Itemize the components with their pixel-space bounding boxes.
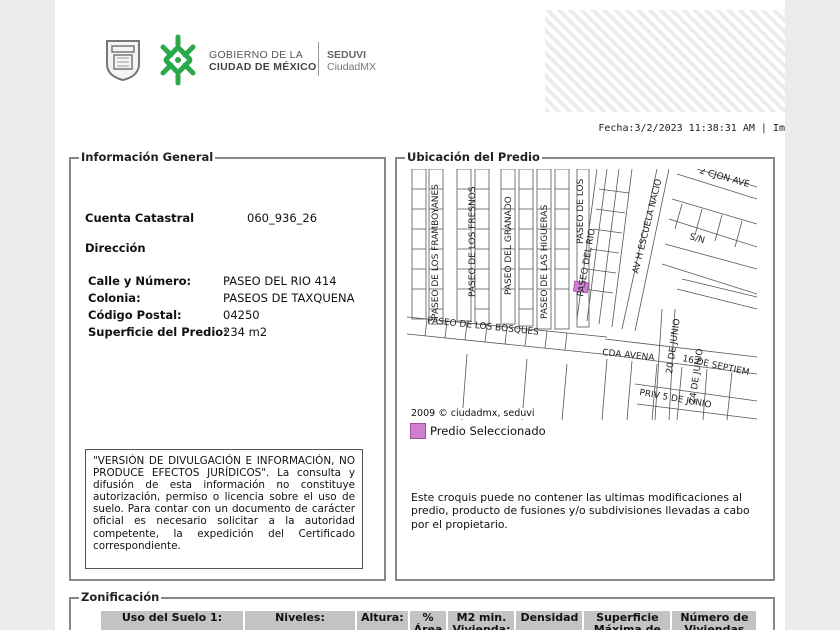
zoning-header-niveles: Niveles:: [245, 611, 355, 630]
predio-legend-label: Predio Seleccionado: [430, 424, 546, 438]
seduvi-line-1: SEDUVI: [327, 49, 367, 61]
street-granado: PASEO DEL GRANADO: [504, 196, 514, 295]
location-panel: Ubicación del Predio PASEO DE LOS FRAMBO…: [395, 150, 775, 581]
cuenta-catastral-label: Cuenta Catastral: [85, 211, 195, 225]
certificate-page: GOBIERNO DE LA CIUDAD DE MÉXICO SEDUVI C…: [55, 0, 785, 630]
location-map[interactable]: PASEO DE LOS FRAMBOYANES PASEO DE LOS FR…: [407, 169, 757, 420]
cuenta-catastral-value: 060_936_26: [247, 211, 318, 225]
street-cda-avena: CDA AVENA: [602, 348, 656, 364]
zoning-header-area: % Área: [409, 611, 447, 630]
location-legend: Ubicación del Predio: [405, 150, 542, 164]
zoning-table: Uso del Suelo 1: Niveles: Altura: % Área…: [99, 609, 758, 630]
zoning-header-numero-viviendas: Número de Viviendas: [672, 611, 757, 630]
map-drawing: PASEO DE LOS FRAMBOYANES PASEO DE LOS FR…: [407, 169, 757, 420]
street-bosques: PASEO DE LOS BOSQUES: [427, 316, 540, 338]
zoning-header-superficie-maxima: Superficie Máxima de: [584, 611, 671, 630]
codigo-postal-value: 04250: [223, 308, 260, 322]
zoning-panel: Zonificación Uso del Suelo 1: Niveles: A…: [69, 590, 775, 630]
page-header: GOBIERNO DE LA CIUDAD DE MÉXICO SEDUVI C…: [55, 0, 785, 134]
zoning-header-row: Uso del Suelo 1: Niveles: Altura: % Área…: [101, 611, 757, 630]
disclaimer-box: "VERSIÓN DE DIVULGACIÓN E INFORMACIÓN, N…: [85, 449, 363, 569]
gov-line-1: GOBIERNO DE LA: [209, 49, 304, 61]
gov-line-2: CIUDAD DE MÉXICO: [209, 61, 317, 73]
street-cjon: 2 CJON AVE: [698, 169, 751, 190]
general-info-legend: Información General: [79, 150, 216, 164]
header-pattern: [545, 10, 785, 112]
map-copyright: 2009 © ciudadmx, seduvi: [409, 408, 537, 419]
calle-value: PASEO DEL RIO 414: [223, 274, 337, 288]
codigo-postal-label: Código Postal:: [88, 308, 182, 322]
zoning-header-densidad: Densidad: [516, 611, 583, 630]
street-fresnos: PASEO DE LOS FRESNOS: [468, 186, 478, 297]
general-info-panel: Información General Cuenta Catastral 060…: [69, 150, 386, 581]
street-paseo-de-los: PASEO DE LOS: [576, 178, 586, 244]
colonia-value: PASEOS DE TAXQUENA: [223, 291, 355, 305]
superficie-value: 234 m2: [223, 325, 268, 339]
street-sn: S/N: [688, 232, 706, 246]
street-framboyanes: PASEO DE LOS FRAMBOYANES: [431, 184, 441, 319]
superficie-label: Superficie del Predio:: [88, 325, 228, 339]
header-divider: [318, 42, 319, 76]
cdmx-logo-icon: [160, 34, 196, 86]
croquis-note: Este croquis puede no contener las ultim…: [411, 491, 750, 531]
zoning-header-m2-min: M2 min. Vivienda:: [448, 611, 515, 630]
calle-label: Calle y Número:: [88, 274, 192, 288]
seduvi-brand: SEDUVI CiudadMX: [327, 49, 376, 73]
zoning-header-uso: Uso del Suelo 1:: [101, 611, 243, 630]
street-escuela: AV H ESCUELA NACIO: [631, 178, 664, 275]
government-name: GOBIERNO DE LA CIUDAD DE MÉXICO: [209, 49, 316, 73]
zoning-legend: Zonificación: [79, 590, 162, 604]
coat-of-arms-icon: [106, 40, 140, 82]
direccion-label: Dirección: [85, 241, 146, 255]
zoning-header-altura: Altura:: [357, 611, 408, 630]
seduvi-line-2: CiudadMX: [327, 61, 377, 73]
predio-swatch: [410, 423, 426, 439]
colonia-label: Colonia:: [88, 291, 141, 305]
street-higueras: PASEO DE LAS HIGUERAS: [540, 205, 550, 319]
street-priv-5-junio: PRIV 5 DE JUNIO: [638, 388, 712, 411]
date-stamp: Fecha:3/2/2023 11:38:31 AM | Im: [598, 123, 785, 134]
